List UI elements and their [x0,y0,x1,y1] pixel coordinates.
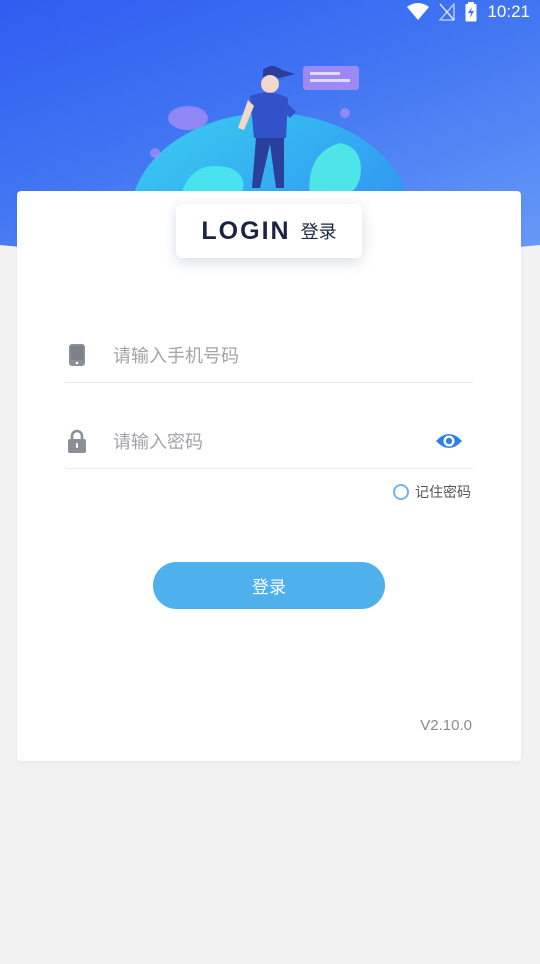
remember-label: 记住密码 [415,485,471,501]
remember-password-toggle[interactable]: 记住密码 [393,482,471,502]
phone-field [65,328,473,383]
login-card: LOGIN 登录 记住密码 登录 V2.10.0 [17,191,521,761]
app-version: V2.10.0 [420,717,472,734]
status-time: 10:21 [487,2,530,21]
lock-icon [68,429,86,453]
phone-input[interactable] [111,338,415,374]
password-input[interactable] [111,424,415,460]
password-field [65,414,473,469]
login-illustration [132,66,408,198]
remember-radio[interactable] [393,484,409,500]
eye-icon[interactable] [435,430,463,452]
status-icons: 10:21 [407,2,530,22]
phone-icon [69,344,85,366]
login-title-badge: LOGIN 登录 [176,204,362,258]
login-button[interactable]: 登录 [153,562,385,609]
signal-icon [439,3,456,21]
battery-icon [465,2,477,22]
login-title-en: LOGIN [201,216,291,245]
status-bar: 10:21 [0,0,540,24]
login-title-cn: 登录 [300,222,337,243]
wifi-icon [407,3,430,20]
